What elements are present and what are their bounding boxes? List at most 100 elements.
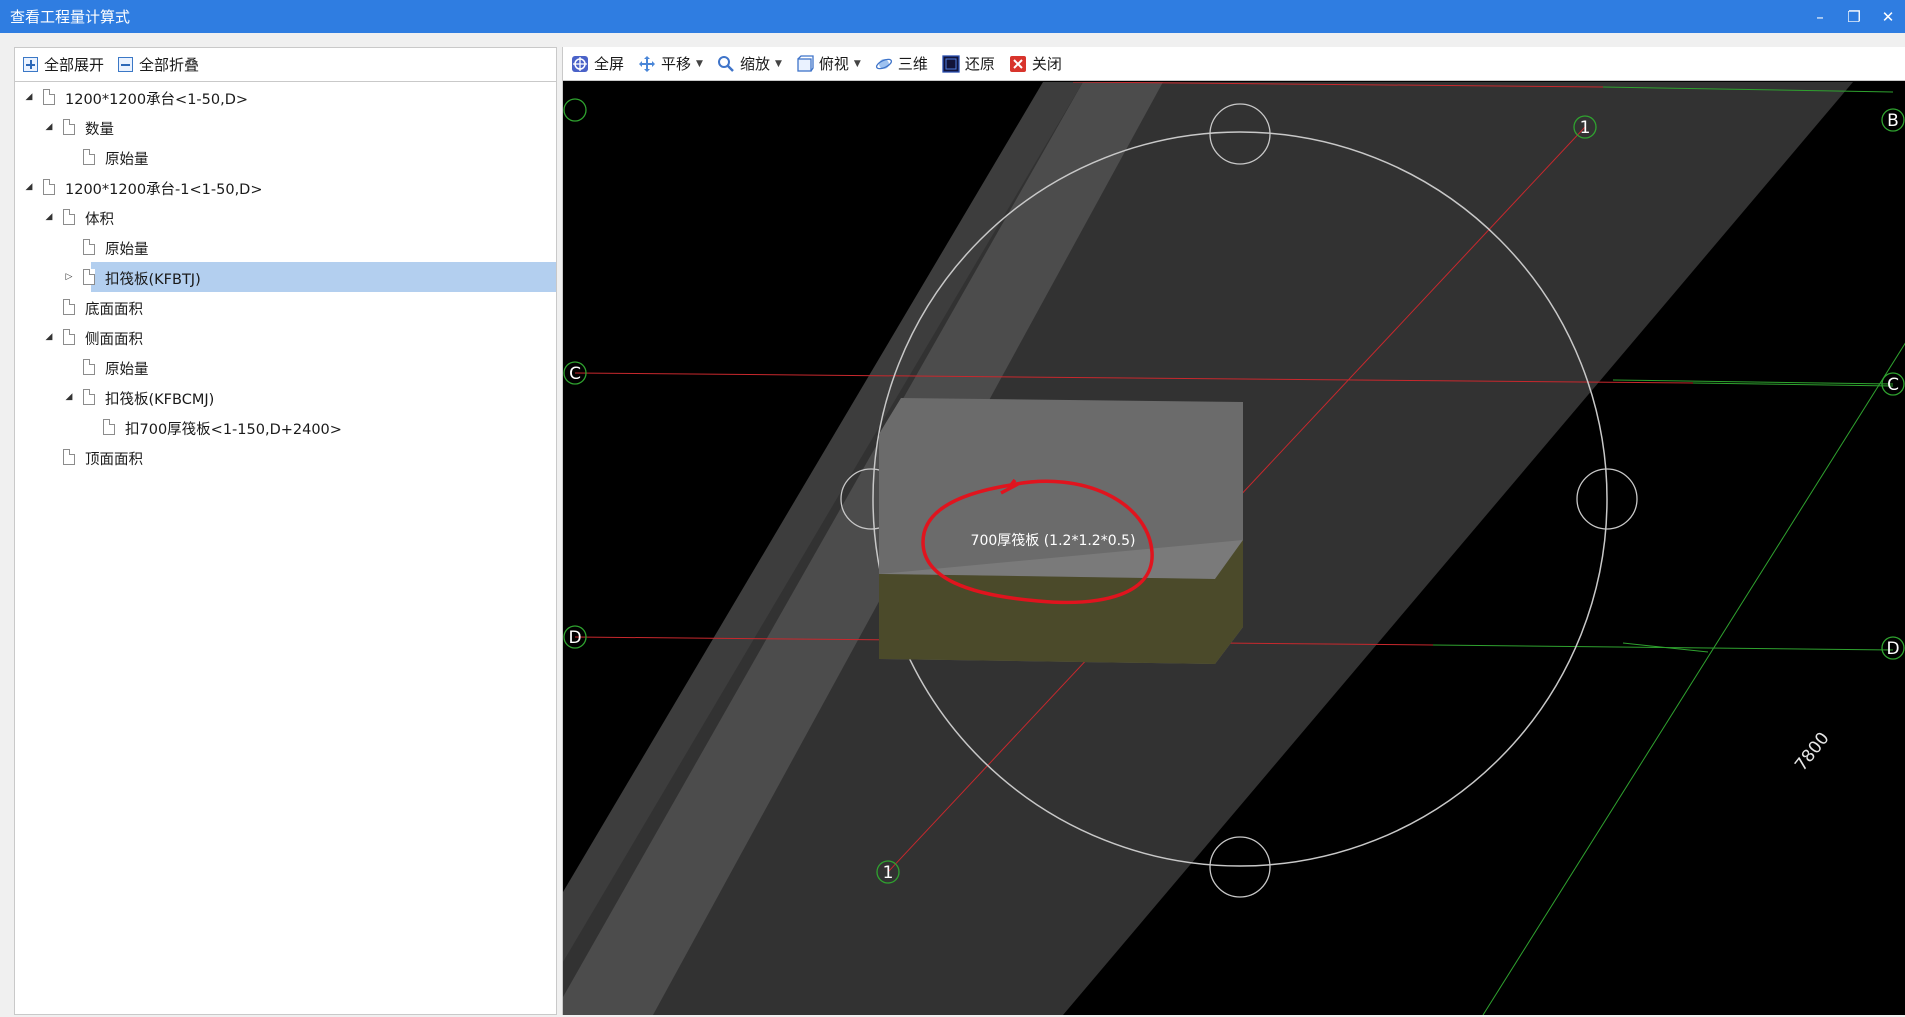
fullscreen-label: 全屏 — [594, 55, 625, 73]
zoom-label: 缩放 — [739, 55, 770, 73]
restore-view-icon — [942, 54, 960, 73]
pan-icon — [638, 55, 656, 73]
collapse-all-icon — [118, 57, 134, 72]
tree-toggle-icon[interactable]: ▷ — [63, 271, 75, 283]
document-icon — [63, 209, 75, 225]
3d-viewport[interactable]: B C C D D 1 1 7800 700厚筏板 (1.2*1.2*0.5) — [563, 82, 1905, 1015]
tree-toggle-icon[interactable] — [63, 361, 75, 373]
tree-toggle-icon[interactable]: ◢ — [43, 331, 55, 343]
tree-node-label: 扣筏板(KFBCMJ) — [105, 392, 215, 408]
tree-node-label: 侧面面积 — [85, 332, 143, 348]
collapse-all-button[interactable]: 全部折叠 — [118, 54, 199, 75]
document-icon — [83, 269, 95, 285]
orbit-icon — [875, 55, 893, 73]
zoom-button[interactable]: 缩放 ▼ — [717, 53, 782, 74]
axis-label-c-right: C — [1887, 375, 1899, 395]
top-view-button[interactable]: 俯视 ▼ — [796, 53, 861, 74]
tree-node-label: 原始量 — [105, 152, 149, 168]
tree-node[interactable]: 底面面积 — [15, 292, 556, 322]
tree-toggle-icon[interactable]: ◢ — [43, 121, 55, 133]
tree-node-label: 1200*1200承台<1-50,D> — [65, 92, 249, 108]
restore-button[interactable]: ❐ — [1837, 0, 1871, 33]
tree-node-label: 顶面面积 — [85, 452, 143, 468]
tree-toggle-icon[interactable] — [63, 151, 75, 163]
close-window-button[interactable]: ✕ — [1871, 0, 1905, 33]
tree-node-label: 原始量 — [105, 242, 149, 258]
fullscreen-icon — [571, 55, 589, 73]
tree-node-label: 扣700厚筏板<1-150,D+2400> — [125, 422, 342, 438]
tree-node[interactable]: 顶面面积 — [15, 442, 556, 472]
tree-toggle-icon[interactable] — [83, 421, 95, 433]
tree-node-label: 扣筏板(KFBTJ) — [105, 272, 201, 288]
tree-node[interactable]: ◢ 扣筏板(KFBCMJ) — [15, 382, 556, 412]
tree-toggle-icon[interactable]: ◢ — [23, 91, 35, 103]
document-icon — [83, 359, 95, 375]
fullscreen-button[interactable]: 全屏 — [571, 53, 624, 74]
minimize-button[interactable]: – — [1803, 0, 1837, 33]
tree-node[interactable]: ◢ 体积 — [15, 202, 556, 232]
zoom-dropdown-chevron-icon[interactable]: ▼ — [775, 59, 782, 69]
tree-toolbar: 全部展开 全部折叠 — [15, 48, 556, 82]
tree-toggle-icon[interactable]: ◢ — [23, 181, 35, 193]
top-view-label: 俯视 — [818, 55, 849, 73]
raft-annotation-text: 700厚筏板 (1.2*1.2*0.5) — [971, 532, 1136, 549]
tree-node[interactable]: 原始量 — [15, 142, 556, 172]
drawing-canvas[interactable]: B C C D D 1 1 7800 700厚筏板 (1.2*1.2*0.5) — [563, 82, 1905, 1015]
close-view-button[interactable]: 关闭 — [1009, 53, 1062, 74]
tree-node-label: 体积 — [85, 212, 114, 228]
document-icon — [83, 239, 95, 255]
axis-label-d-right: D — [1886, 639, 1899, 659]
window-titlebar: 查看工程量计算式 – ❐ ✕ — [0, 0, 1905, 33]
document-icon — [63, 119, 75, 135]
tree-node[interactable]: ▷ 扣筏板(KFBTJ) — [15, 262, 556, 292]
tree-node-label: 原始量 — [105, 362, 149, 378]
top-view-dropdown-chevron-icon[interactable]: ▼ — [854, 59, 861, 69]
tree-toggle-icon[interactable]: ◢ — [43, 211, 55, 223]
document-icon — [43, 89, 55, 105]
document-icon — [63, 449, 75, 465]
document-icon — [83, 389, 95, 405]
close-icon — [1009, 55, 1027, 73]
tree-node-label: 数量 — [85, 122, 114, 138]
close-view-label: 关闭 — [1031, 55, 1062, 73]
tree-node[interactable]: ◢ 1200*1200承台<1-50,D> — [15, 82, 556, 112]
quantity-tree: ◢ 1200*1200承台<1-50,D> ◢ 数量原始量 ◢ 1200*1200承台-1… — [15, 82, 556, 472]
tree-toggle-icon[interactable] — [43, 301, 55, 313]
document-icon — [63, 329, 75, 345]
document-icon — [63, 299, 75, 315]
tree-node[interactable]: ◢ 数量 — [15, 112, 556, 142]
document-icon — [43, 179, 55, 195]
window-controls: – ❐ ✕ — [1803, 0, 1905, 33]
tree-node[interactable]: ◢ 侧面面积 — [15, 322, 556, 352]
tree-node[interactable]: 原始量 — [15, 232, 556, 262]
tree-node[interactable]: 扣700厚筏板<1-150,D+2400> — [15, 412, 556, 442]
expand-all-label: 全部展开 — [44, 56, 105, 74]
restore-view-label: 还原 — [964, 55, 995, 73]
magnifier-icon — [717, 55, 735, 73]
three-d-button[interactable]: 三维 — [875, 53, 928, 74]
tree-node[interactable]: 原始量 — [15, 352, 556, 382]
tree-toggle-icon[interactable] — [63, 241, 75, 253]
expand-all-button[interactable]: 全部展开 — [23, 54, 104, 75]
collapse-all-label: 全部折叠 — [139, 56, 200, 74]
drawing-panel: 全屏 平移 ▼ 缩放 ▼ 俯视 ▼ 三维 还原 关闭 B C C D D 1 1… — [562, 47, 1905, 1015]
tree-toggle-icon[interactable]: ◢ — [63, 391, 75, 403]
pan-label: 平移 — [661, 55, 692, 73]
tree-node[interactable]: ◢ 1200*1200承台-1<1-50,D> — [15, 172, 556, 202]
expand-all-icon — [23, 57, 38, 72]
window-title: 查看工程量计算式 — [10, 8, 131, 26]
three-d-label: 三维 — [897, 55, 928, 73]
view-toolbar: 全屏 平移 ▼ 缩放 ▼ 俯视 ▼ 三维 还原 关闭 — [563, 47, 1905, 81]
pan-dropdown-chevron-icon[interactable]: ▼ — [696, 59, 703, 69]
pan-button[interactable]: 平移 ▼ — [638, 53, 703, 74]
axis-label-1-bottom: 1 — [883, 863, 894, 883]
axis-label-c-left: C — [569, 364, 581, 384]
quantity-tree-panel: 全部展开 全部折叠 ◢ 1200*1200承台<1-50,D> ◢ 数量原始量 ◢ 120… — [14, 47, 557, 1015]
document-icon — [103, 419, 115, 435]
axis-label-d-left: D — [568, 628, 581, 648]
tree-node-label: 底面面积 — [85, 302, 143, 318]
restore-view-button[interactable]: 还原 — [942, 53, 995, 74]
tree-toggle-icon[interactable] — [43, 451, 55, 463]
axis-label-b: B — [1887, 111, 1899, 131]
top-view-icon — [796, 54, 814, 73]
